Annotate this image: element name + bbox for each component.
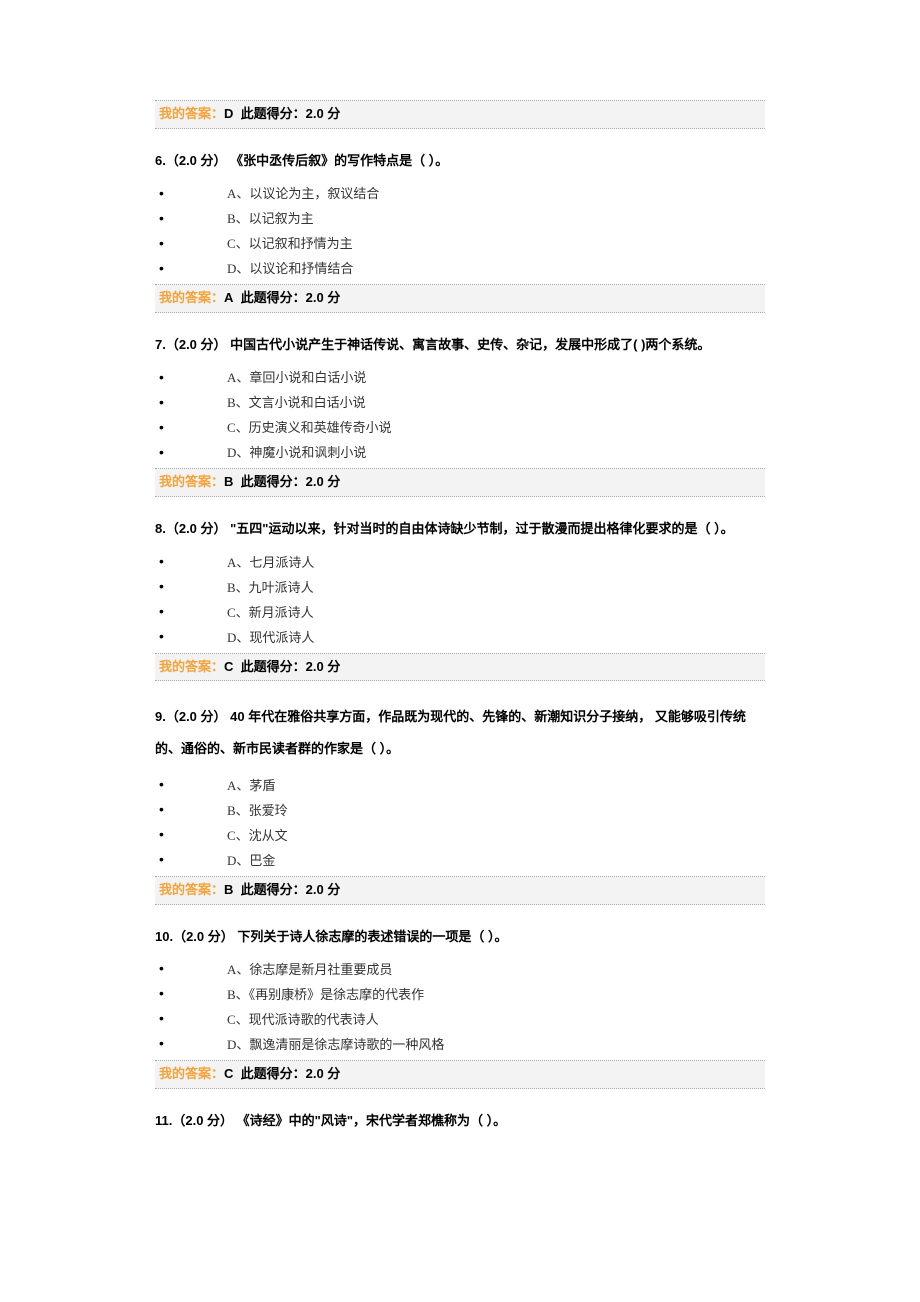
- list-item: B、文言小说和白话小说: [155, 389, 765, 414]
- option-text: C、沈从文: [227, 825, 288, 844]
- answer-row: 我的答案：B 此题得分：2.0 分: [155, 876, 765, 905]
- option-text: D、飘逸清丽是徐志摩诗歌的一种风格: [227, 1034, 444, 1053]
- score-label: 此题得分：2.0 分: [237, 290, 340, 305]
- list-item: B、《再别康桥》是徐志摩的代表作: [155, 981, 765, 1006]
- list-item: A、茅盾: [155, 772, 765, 797]
- q-number: 8.: [155, 521, 166, 536]
- q-points: （2.0 分）: [166, 521, 227, 536]
- option-text: B、张爱玲: [227, 800, 288, 819]
- answer-row: 我的答案：B 此题得分：2.0 分: [155, 468, 765, 497]
- answer-value: B: [224, 474, 233, 489]
- option-text: C、以记叙和抒情为主: [227, 233, 353, 252]
- answer-label: 我的答案：: [159, 882, 224, 897]
- list-item: A、徐志摩是新月社重要成员: [155, 956, 765, 981]
- answer-label: 我的答案：: [159, 474, 224, 489]
- question-10: 10.（2.0 分） 下列关于诗人徐志摩的表述错误的一项是（ ）。: [155, 925, 765, 948]
- answer-row: 我的答案：C 此题得分：2.0 分: [155, 653, 765, 682]
- q-number: 9.: [155, 709, 166, 724]
- option-text: D、以议论和抒情结合: [227, 258, 353, 277]
- answer-value: B: [224, 882, 233, 897]
- option-text: A、七月派诗人: [227, 552, 314, 571]
- list-item: B、张爱玲: [155, 797, 765, 822]
- q-number: 6.: [155, 153, 166, 168]
- q-number: 7.: [155, 337, 166, 352]
- answer-row: 我的答案：C 此题得分：2.0 分: [155, 1060, 765, 1089]
- score-label: 此题得分：2.0 分: [237, 882, 340, 897]
- option-text: A、茅盾: [227, 775, 275, 794]
- option-text: C、历史演义和英雄传奇小说: [227, 417, 392, 436]
- question-7: 7.（2.0 分） 中国古代小说产生于神话传说、寓言故事、史传、杂记，发展中形成…: [155, 333, 765, 356]
- option-text: C、新月派诗人: [227, 602, 314, 621]
- answer-value: C: [224, 659, 233, 674]
- score-label: 此题得分：2.0 分: [237, 659, 340, 674]
- list-item: B、九叶派诗人: [155, 574, 765, 599]
- option-text: B、《再别康桥》是徐志摩的代表作: [227, 984, 424, 1003]
- option-text: D、现代派诗人: [227, 627, 314, 646]
- list-item: D、现代派诗人: [155, 624, 765, 649]
- answer-value: D: [224, 106, 233, 121]
- option-text: B、以记叙为主: [227, 208, 314, 227]
- list-item: A、章回小说和白话小说: [155, 364, 765, 389]
- options-list: A、茅盾 B、张爱玲 C、沈从文 D、巴金: [155, 772, 765, 872]
- list-item: A、以议论为主，叙议结合: [155, 180, 765, 205]
- options-list: A、以议论为主，叙议结合 B、以记叙为主 C、以记叙和抒情为主 D、以议论和抒情…: [155, 180, 765, 280]
- options-list: A、章回小说和白话小说 B、文言小说和白话小说 C、历史演义和英雄传奇小说 D、…: [155, 364, 765, 464]
- list-item: B、以记叙为主: [155, 205, 765, 230]
- score-label: 此题得分：2.0 分: [237, 1066, 340, 1081]
- option-text: D、巴金: [227, 850, 275, 869]
- answer-label: 我的答案：: [159, 1066, 224, 1081]
- question-6: 6.（2.0 分） 《张中丞传后叙》的写作特点是（ ）。: [155, 149, 765, 172]
- q-text: 《张中丞传后叙》的写作特点是（ ）。: [227, 153, 449, 168]
- q-text: 中国古代小说产生于神话传说、寓言故事、史传、杂记，发展中形成了( )两个系统。: [227, 337, 711, 352]
- list-item: C、新月派诗人: [155, 599, 765, 624]
- question-8: 8.（2.0 分） "五四"运动以来，针对当时的自由体诗缺少节制，过于散漫而提出…: [155, 517, 765, 540]
- answer-row: 我的答案：D 此题得分：2.0 分: [155, 100, 765, 129]
- answer-label: 我的答案：: [159, 659, 224, 674]
- list-item: C、历史演义和英雄传奇小说: [155, 414, 765, 439]
- list-item: D、飘逸清丽是徐志摩诗歌的一种风格: [155, 1031, 765, 1056]
- score-label: 此题得分：2.0 分: [237, 106, 340, 121]
- answer-label: 我的答案：: [159, 290, 224, 305]
- q-points: （2.0 分）: [173, 929, 234, 944]
- q-points: （2.0 分）: [166, 337, 227, 352]
- list-item: C、以记叙和抒情为主: [155, 230, 765, 255]
- list-item: C、沈从文: [155, 822, 765, 847]
- options-list: A、徐志摩是新月社重要成员 B、《再别康桥》是徐志摩的代表作 C、现代派诗歌的代…: [155, 956, 765, 1056]
- list-item: C、现代派诗歌的代表诗人: [155, 1006, 765, 1031]
- page-content: 我的答案：D 此题得分：2.0 分 6.（2.0 分） 《张中丞传后叙》的写作特…: [0, 0, 920, 1200]
- q-points: （2.0 分）: [172, 1113, 233, 1128]
- question-11: 11.（2.0 分） 《诗经》中的"风诗"，宋代学者郑樵称为（ ）。: [155, 1109, 765, 1132]
- option-text: A、徐志摩是新月社重要成员: [227, 959, 392, 978]
- q-text: 《诗经》中的"风诗"，宋代学者郑樵称为（ ）。: [233, 1113, 506, 1128]
- option-text: B、文言小说和白话小说: [227, 392, 366, 411]
- q-text: 下列关于诗人徐志摩的表述错误的一项是（ ）。: [234, 929, 508, 944]
- list-item: D、以议论和抒情结合: [155, 255, 765, 280]
- list-item: A、七月派诗人: [155, 549, 765, 574]
- question-9: 9.（2.0 分） 40 年代在雅俗共享方面，作品既为现代的、先锋的、新潮知识分…: [155, 701, 765, 763]
- score-label: 此题得分：2.0 分: [237, 474, 340, 489]
- list-item: D、巴金: [155, 847, 765, 872]
- answer-label: 我的答案：: [159, 106, 224, 121]
- option-text: A、以议论为主，叙议结合: [227, 183, 379, 202]
- q-points: （2.0 分）: [166, 709, 227, 724]
- q-number: 10.: [155, 929, 173, 944]
- options-list: A、七月派诗人 B、九叶派诗人 C、新月派诗人 D、现代派诗人: [155, 549, 765, 649]
- q-points: （2.0 分）: [166, 153, 227, 168]
- answer-row: 我的答案：A 此题得分：2.0 分: [155, 284, 765, 313]
- q-text: "五四"运动以来，针对当时的自由体诗缺少节制，过于散漫而提出格律化要求的是（ ）…: [227, 521, 734, 536]
- option-text: C、现代派诗歌的代表诗人: [227, 1009, 379, 1028]
- list-item: D、神魔小说和讽刺小说: [155, 439, 765, 464]
- answer-value: C: [224, 1066, 233, 1081]
- q-text: 40 年代在雅俗共享方面，作品既为现代的、先锋的、新潮知识分子接纳， 又能够吸引…: [155, 709, 746, 755]
- option-text: D、神魔小说和讽刺小说: [227, 442, 366, 461]
- option-text: B、九叶派诗人: [227, 577, 314, 596]
- q-number: 11.: [155, 1113, 172, 1128]
- answer-value: A: [224, 290, 233, 305]
- option-text: A、章回小说和白话小说: [227, 367, 366, 386]
